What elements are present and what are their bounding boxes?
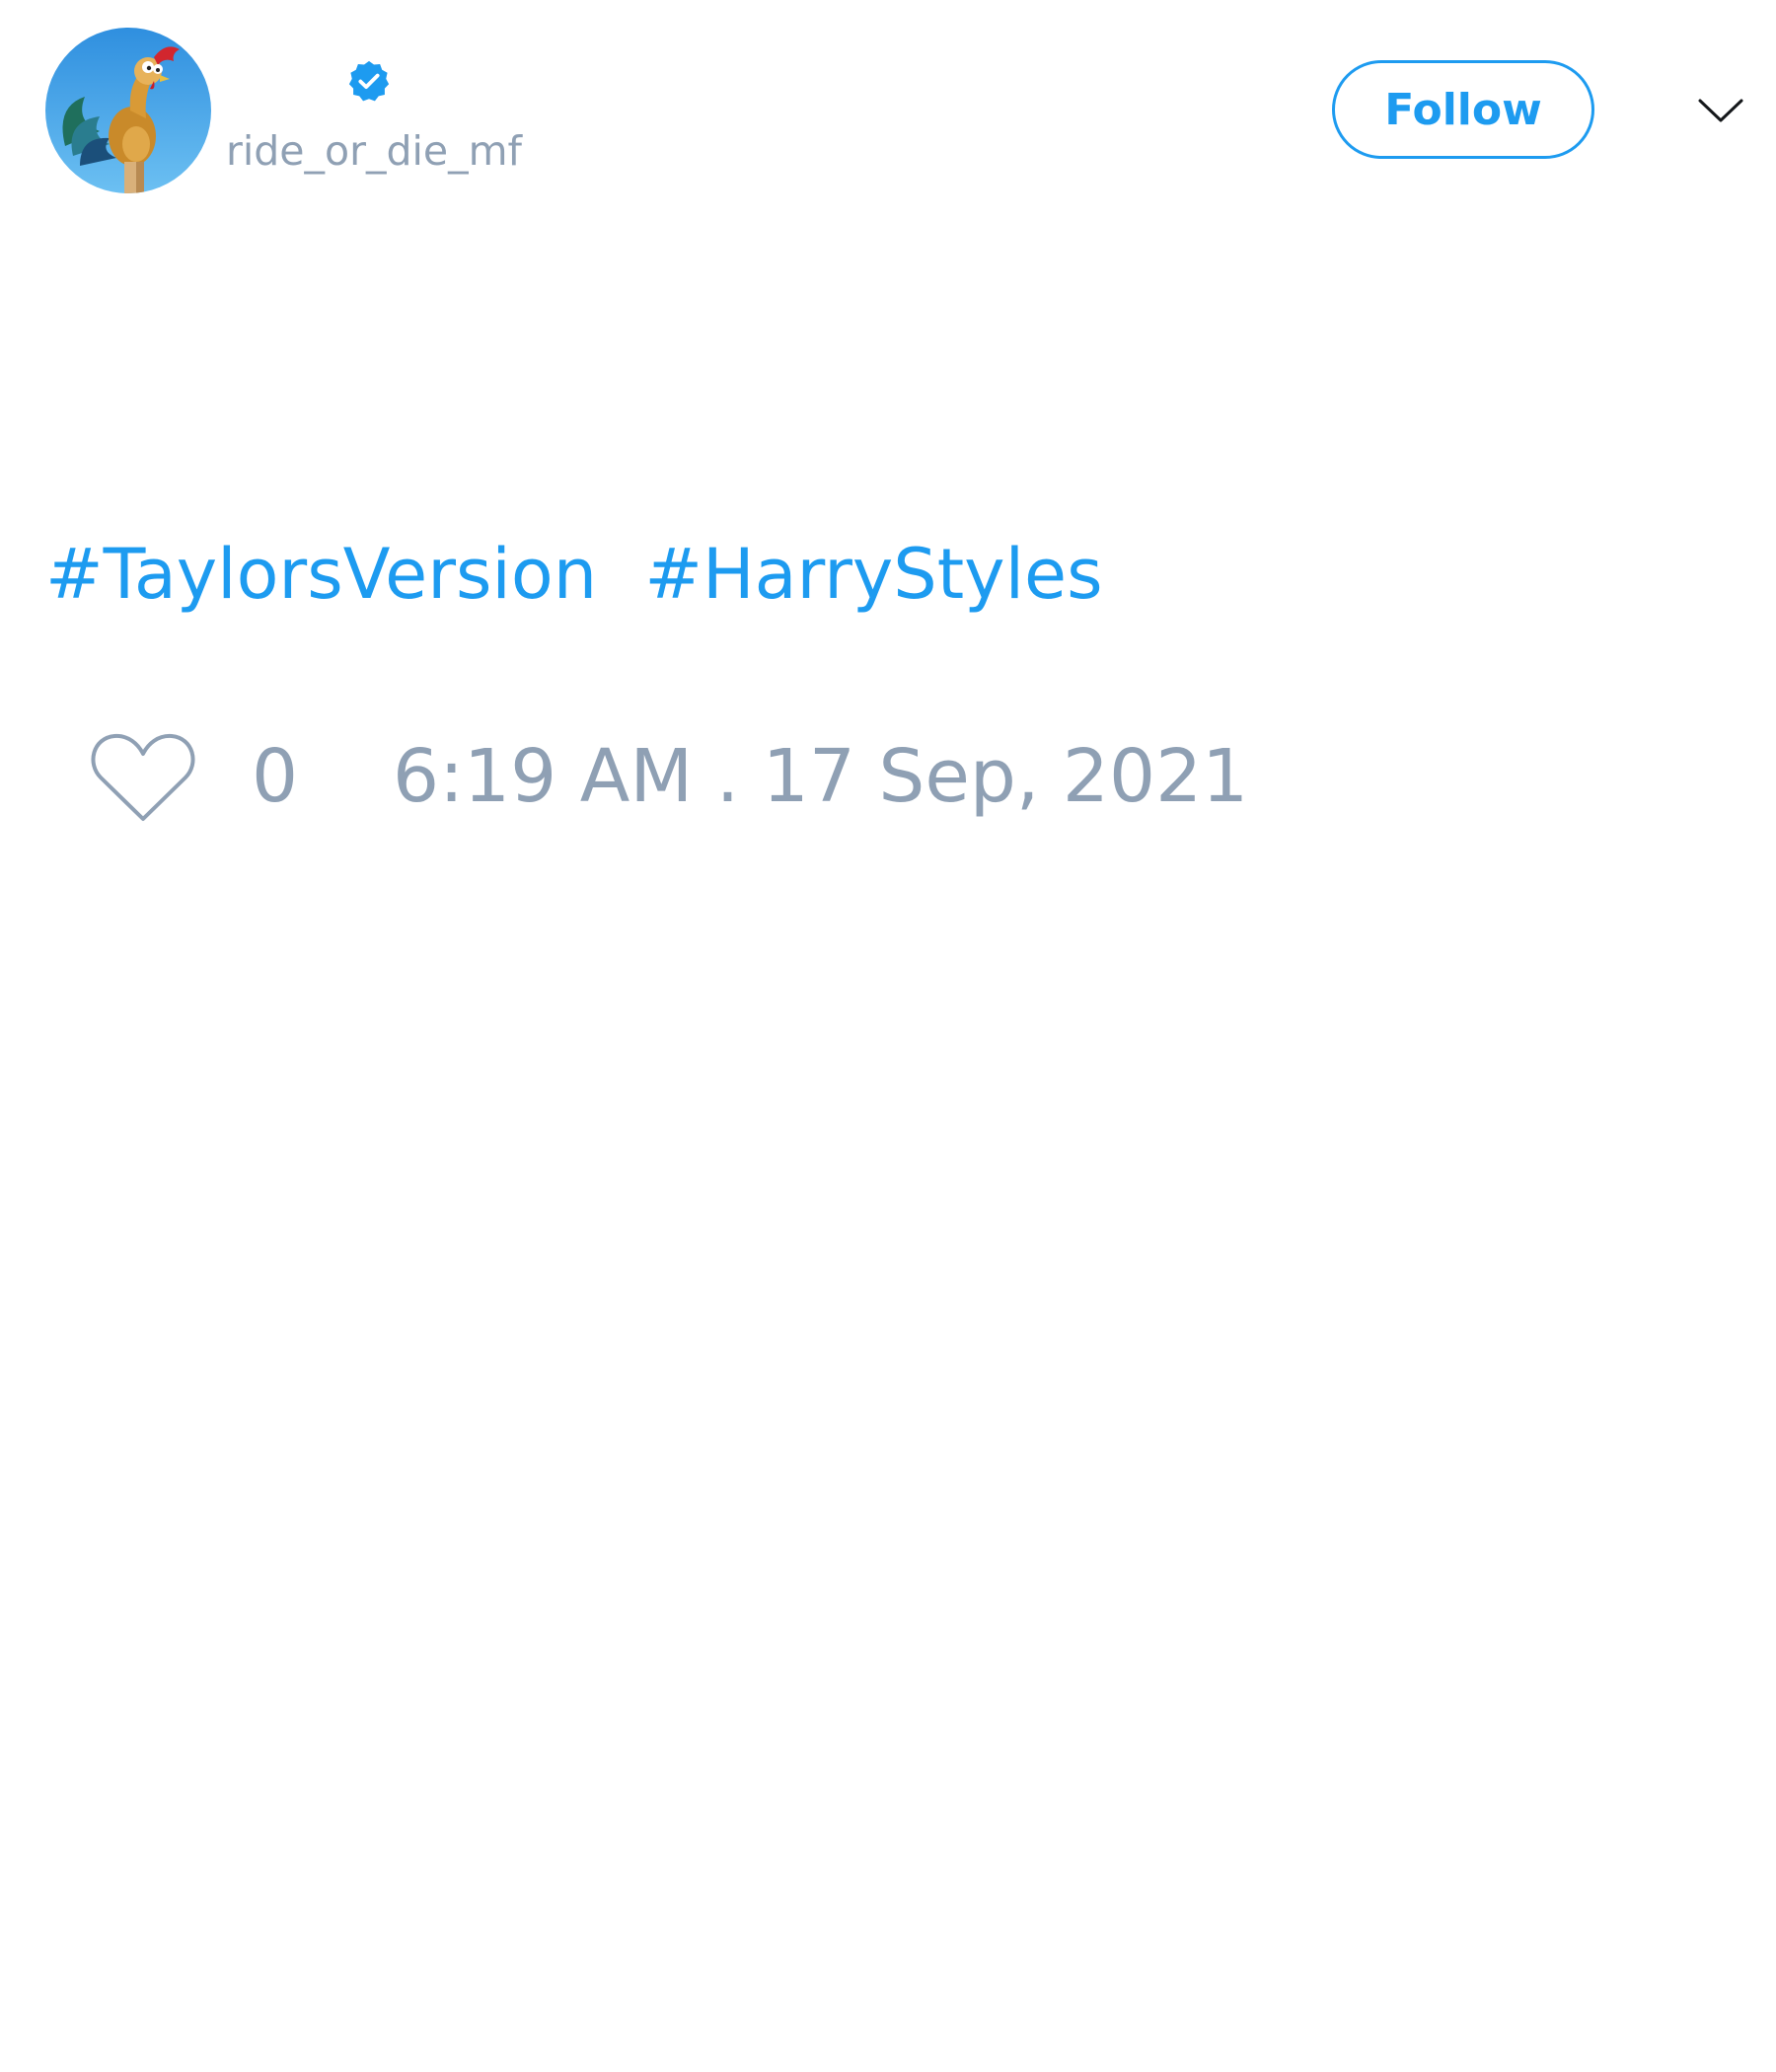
tweet-text: #TaylorsVersion #HarryStyles — [45, 533, 1103, 616]
verified-badge-icon — [346, 58, 392, 104]
hashtag-link[interactable]: #HarryStyles — [644, 534, 1102, 615]
chevron-down-icon — [1698, 99, 1743, 122]
tweet-card: ride_or_die_mf Follow #TaylorsVersion #H… — [0, 0, 1776, 2072]
author-handle[interactable]: ride_or_die_mf — [226, 126, 522, 176]
like-count: 0 — [252, 734, 299, 819]
like-button[interactable] — [89, 730, 197, 825]
follow-button[interactable]: Follow — [1332, 60, 1594, 159]
user-avatar[interactable] — [45, 28, 211, 193]
tweet-menu-button[interactable] — [1691, 85, 1750, 136]
hashtag-link[interactable]: #TaylorsVersion — [45, 534, 597, 615]
tweet-timestamp[interactable]: 6:19 AM . 17 Sep, 2021 — [393, 732, 1248, 821]
rooster-avatar-image — [45, 28, 211, 193]
heart-outline-icon — [91, 733, 195, 821]
